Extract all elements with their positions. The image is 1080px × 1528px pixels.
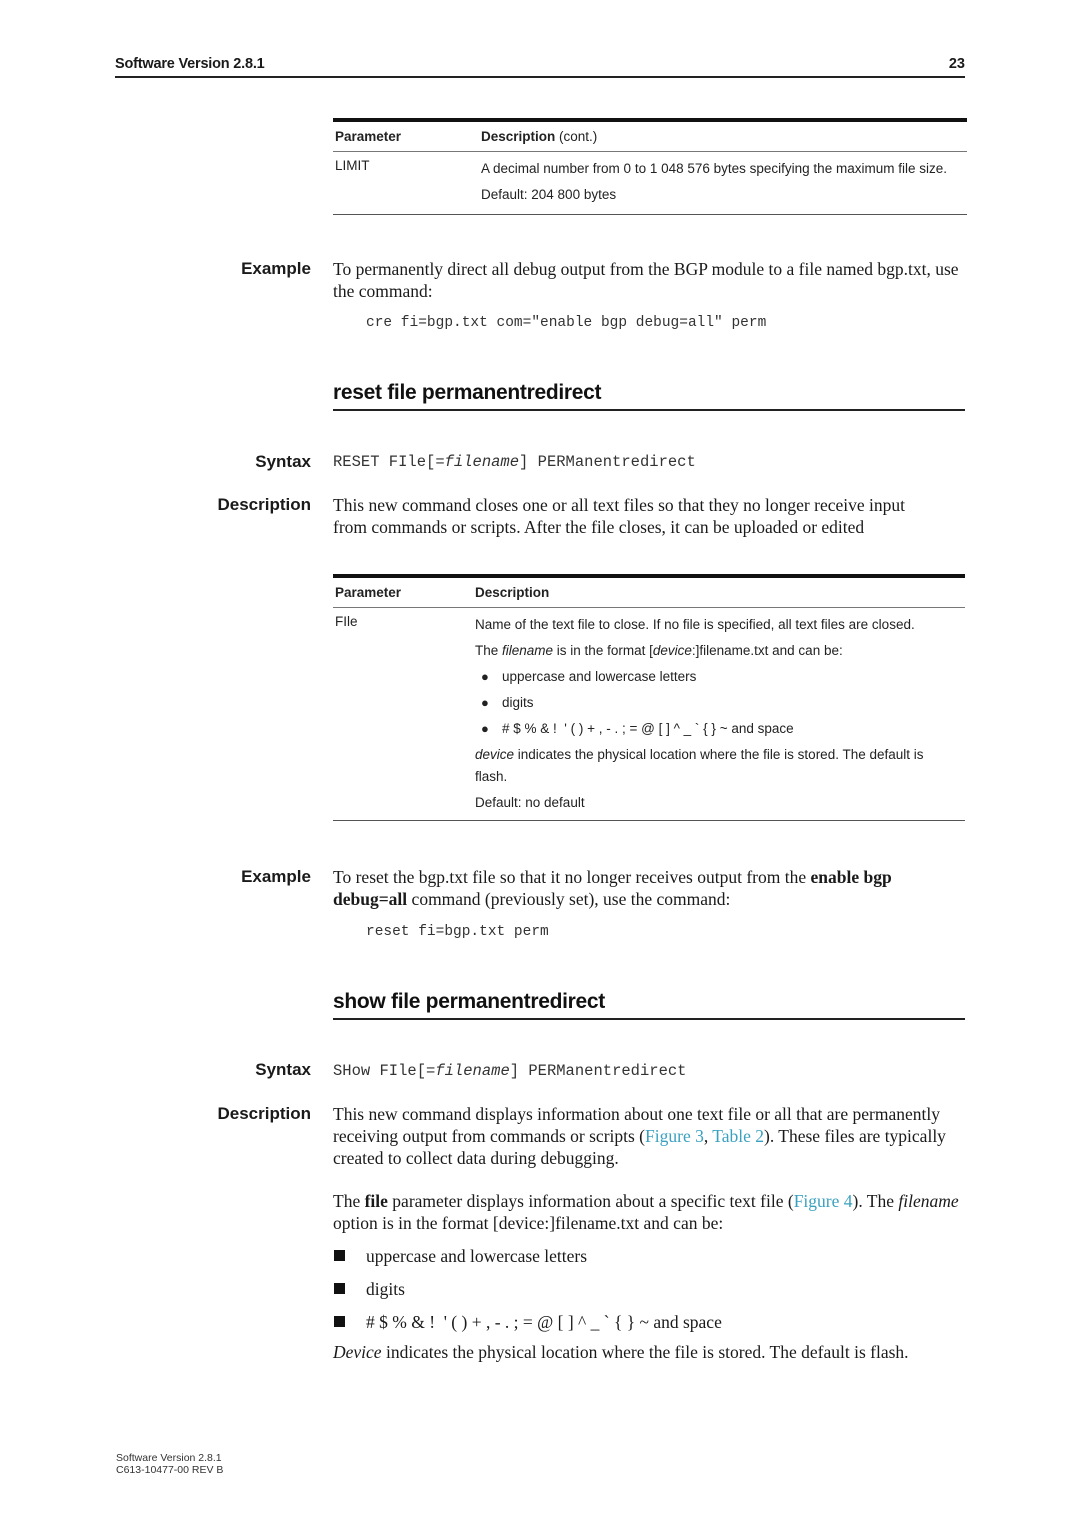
list-item-text: # $ % & ! ' ( ) + , - . ; = @ [ ] ^ _ ` … bbox=[502, 721, 794, 736]
text: ). The bbox=[852, 1191, 899, 1211]
square-bullet-icon bbox=[334, 1283, 345, 1294]
syntax-label: Syntax bbox=[255, 452, 311, 471]
parameter-name: LIMIT bbox=[335, 158, 370, 173]
column-header-description: Description bbox=[475, 585, 550, 600]
syntax-label: Syntax bbox=[255, 1060, 311, 1079]
device-note: device indicates the physical location w… bbox=[475, 744, 941, 788]
syntax-prefix: SHow FIle[= bbox=[333, 1062, 436, 1080]
table-row: FIle Name of the text file to close. If … bbox=[333, 608, 965, 820]
continued-marker: (cont.) bbox=[559, 129, 598, 144]
description-text: This new command closes one or all text … bbox=[333, 495, 905, 537]
text: indicates the physical location where th… bbox=[381, 1342, 909, 1362]
example-command: reset fi=bgp.txt perm bbox=[366, 924, 549, 940]
description-text: A decimal number from 0 to 1 048 576 byt… bbox=[481, 161, 947, 176]
example-text: To reset the bgp.txt file so that it no … bbox=[333, 866, 968, 910]
list-item: digits bbox=[333, 1278, 965, 1311]
bullet-icon: ● bbox=[481, 695, 489, 710]
text: To reset the bgp.txt file so that it no … bbox=[333, 867, 811, 887]
square-bullet-icon bbox=[334, 1316, 345, 1327]
bold-term: file bbox=[364, 1191, 388, 1211]
link-figure-4[interactable]: Figure 4 bbox=[794, 1191, 853, 1211]
text: indicates the physical location where th… bbox=[475, 747, 924, 784]
example-text: To permanently direct all debug output f… bbox=[333, 259, 959, 301]
text: The bbox=[333, 1191, 365, 1211]
list-item-text: uppercase and lowercase letters bbox=[502, 669, 697, 684]
device-note: Device indicates the physical location w… bbox=[333, 1341, 948, 1363]
list-item: # $ % & ! ' ( ) + , - . ; = @ [ ] ^ _ ` … bbox=[333, 1311, 965, 1344]
list-item: ● uppercase and lowercase letters bbox=[475, 666, 941, 688]
list-item: ● # $ % & ! ' ( ) + , - . ; = @ [ ] ^ _ `… bbox=[475, 718, 941, 740]
parameter-description: Name of the text file to close. If no fi… bbox=[475, 608, 965, 818]
italic-term: filename bbox=[502, 643, 554, 658]
text: parameter displays information about a s… bbox=[387, 1191, 794, 1211]
syntax-placeholder: filename bbox=[444, 453, 520, 471]
description-line: Name of the text file to close. If no fi… bbox=[475, 617, 915, 632]
text: The bbox=[475, 643, 503, 658]
filename-format: The filename is in the format [device:]f… bbox=[475, 640, 941, 662]
table-row: LIMIT A decimal number from 0 to 1 048 5… bbox=[333, 152, 967, 214]
file-parameter-text: The file parameter displays information … bbox=[333, 1190, 968, 1234]
syntax-placeholder: filename bbox=[435, 1062, 510, 1080]
default-value: Default: 204 800 bytes bbox=[481, 187, 617, 202]
description-label: Description bbox=[217, 495, 311, 514]
link-table-2[interactable]: Table 2 bbox=[712, 1126, 764, 1146]
running-header: Software Version 2.8.1 23 bbox=[115, 56, 965, 78]
syntax-prefix: RESET FIle[= bbox=[333, 453, 445, 471]
page-footer: Software Version 2.8.1 C613-10477-00 REV… bbox=[116, 1452, 223, 1476]
table-header: Parameter Description (cont.) bbox=[333, 122, 967, 152]
default-value: Default: no default bbox=[475, 795, 585, 810]
list-item-text: digits bbox=[366, 1279, 405, 1299]
column-header-parameter: Parameter bbox=[335, 585, 402, 600]
italic-term: device bbox=[652, 643, 692, 658]
section-heading-reset: reset file permanentredirect bbox=[333, 381, 965, 411]
footer-doc-id: C613-10477-00 REV B bbox=[116, 1464, 224, 1476]
parameter-description: A decimal number from 0 to 1 048 576 byt… bbox=[481, 152, 967, 210]
syntax-command: SHow FIle[=filename] PERManentredirect bbox=[333, 1062, 686, 1080]
bullet-icon: ● bbox=[481, 721, 489, 736]
footer-version: Software Version 2.8.1 bbox=[116, 1452, 222, 1464]
italic-term: device bbox=[475, 747, 515, 762]
section-heading-show: show file permanentredirect bbox=[333, 990, 965, 1020]
description-text: This new command displays information ab… bbox=[333, 1103, 948, 1169]
list-item: ● digits bbox=[475, 692, 941, 714]
allowed-characters-list: ● uppercase and lowercase letters ● digits… bbox=[475, 666, 941, 740]
text: option is in the format [device:]filenam… bbox=[333, 1213, 724, 1233]
syntax-command: RESET FIle[=filename] PERManentredirect bbox=[333, 453, 696, 471]
italic-term: filename bbox=[898, 1191, 959, 1211]
bullet-icon: ● bbox=[481, 669, 489, 684]
page-number: 23 bbox=[948, 56, 965, 72]
table-header: Parameter Description bbox=[333, 578, 965, 608]
square-bullet-icon bbox=[334, 1250, 345, 1261]
example-command: cre fi=bgp.txt com="enable bgp debug=all… bbox=[366, 315, 767, 331]
example-label: Example bbox=[241, 867, 311, 886]
list-item: uppercase and lowercase letters bbox=[333, 1245, 965, 1278]
limit-parameter-table: Parameter Description (cont.) LIMIT A de… bbox=[333, 118, 967, 215]
link-figure-3[interactable]: Figure 3 bbox=[645, 1126, 704, 1146]
column-header-description-label: Description bbox=[481, 129, 556, 144]
file-parameter-table: Parameter Description FIle Name of the t… bbox=[333, 574, 965, 821]
text: :]filename.txt and can be: bbox=[691, 643, 843, 658]
text: command (previously set), use the comman… bbox=[407, 889, 731, 909]
column-header-description: Description (cont.) bbox=[481, 129, 597, 144]
example-label: Example bbox=[241, 259, 311, 278]
parameter-name: FIle bbox=[335, 614, 358, 629]
list-item-text: # $ % & ! ' ( ) + , - . ; = @ [ ] ^ _ ` … bbox=[366, 1312, 722, 1332]
syntax-suffix: ] PERManentredirect bbox=[509, 1062, 687, 1080]
syntax-suffix: ] PERManentredirect bbox=[519, 453, 696, 471]
text: is in the format [ bbox=[553, 643, 653, 658]
header-title: Software Version 2.8.1 bbox=[115, 56, 265, 72]
allowed-characters-list: uppercase and lowercase letters digits #… bbox=[333, 1245, 965, 1344]
list-item-text: uppercase and lowercase letters bbox=[366, 1246, 588, 1266]
column-header-parameter: Parameter bbox=[335, 129, 402, 144]
list-item-text: digits bbox=[502, 695, 534, 710]
description-label: Description bbox=[217, 1104, 311, 1123]
italic-term: Device bbox=[333, 1342, 382, 1362]
